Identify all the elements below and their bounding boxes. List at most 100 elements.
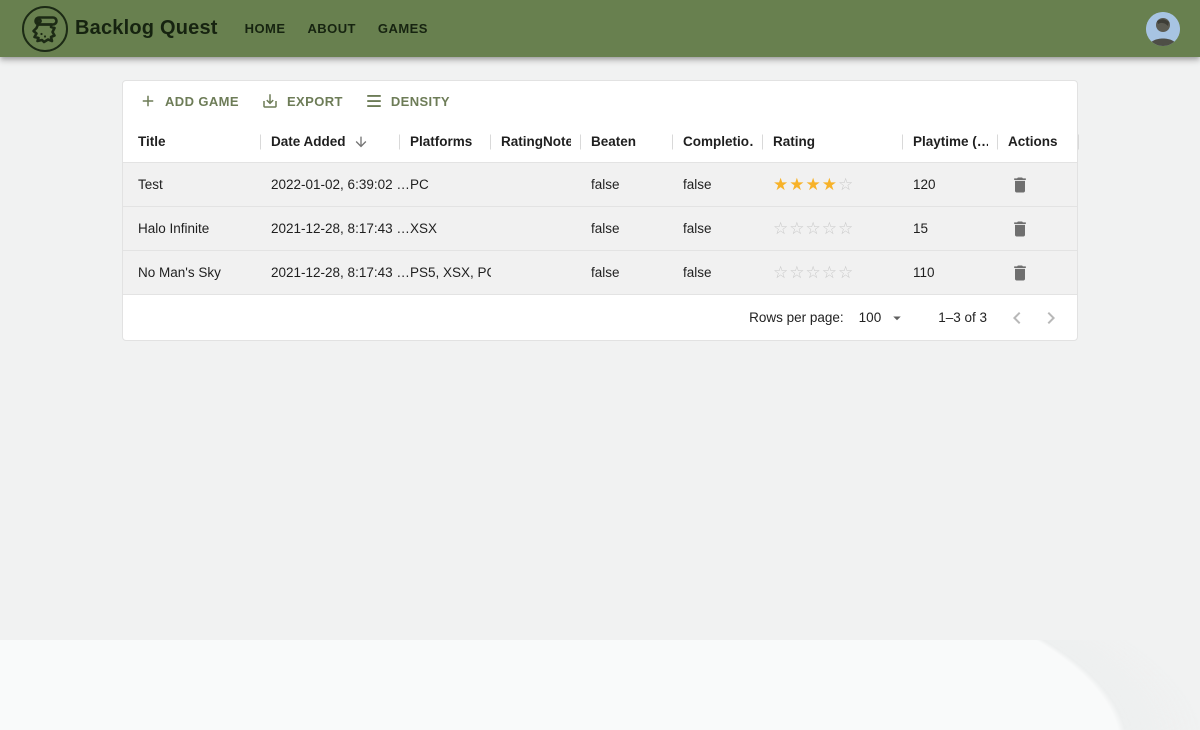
page-title: Backlog Quest: [75, 17, 218, 40]
nav-home[interactable]: HOME: [234, 13, 297, 44]
chevron-right-icon: [1039, 306, 1063, 330]
avatar-image: [1146, 12, 1180, 46]
rating-cell: ★★★★☆: [763, 163, 903, 206]
platforms-cell: XSX: [400, 207, 491, 250]
column-header-beaten[interactable]: Beaten: [581, 121, 673, 162]
chevron-down-icon: [888, 309, 906, 327]
rating-stars[interactable]: ☆☆☆☆☆: [773, 220, 853, 237]
star-empty-icon[interactable]: ☆: [838, 264, 853, 281]
delete-row-button[interactable]: [1008, 217, 1032, 241]
actions-cell: [998, 163, 1079, 206]
nav-games[interactable]: GAMES: [367, 13, 439, 44]
table-row: Test2022-01-02, 6:39:02 …PCfalsefalse★★★…: [123, 162, 1077, 206]
star-filled-icon[interactable]: ★: [822, 176, 837, 193]
column-header-ratingnotes[interactable]: RatingNotes: [491, 121, 581, 162]
column-header-rating[interactable]: Rating: [763, 121, 903, 162]
actions-cell: [998, 251, 1079, 294]
title-cell: No Man's Sky: [123, 251, 261, 294]
star-empty-icon[interactable]: ☆: [806, 264, 821, 281]
completion-cell: false: [673, 251, 763, 294]
star-empty-icon[interactable]: ☆: [806, 220, 821, 237]
rating-stars[interactable]: ★★★★☆: [773, 176, 853, 193]
playtime-cell: 110: [903, 251, 998, 294]
export-button[interactable]: EXPORT: [253, 88, 351, 114]
date-added-cell: 2021-12-28, 8:17:43 …: [261, 251, 400, 294]
star-empty-icon[interactable]: ☆: [773, 264, 788, 281]
playtime-cell: 120: [903, 163, 998, 206]
rows-per-page-value: 100: [859, 310, 882, 325]
trash-icon: [1010, 263, 1030, 283]
density-button[interactable]: DENSITY: [357, 88, 458, 114]
add-game-label: ADD GAME: [165, 94, 239, 109]
star-empty-icon[interactable]: ☆: [789, 264, 804, 281]
beaten-cell: false: [581, 207, 673, 250]
star-empty-icon[interactable]: ☆: [789, 220, 804, 237]
grid-header-row: Title Date Added Platforms RatingNotes Beate…: [123, 121, 1077, 162]
beaten-cell: false: [581, 251, 673, 294]
delete-row-button[interactable]: [1008, 261, 1032, 285]
rows-per-page-select[interactable]: 100: [859, 307, 907, 329]
column-header-date-added[interactable]: Date Added: [261, 121, 400, 162]
column-header-completio[interactable]: Completio…: [673, 121, 763, 162]
date-added-cell: 2021-12-28, 8:17:43 …: [261, 207, 400, 250]
user-avatar[interactable]: [1146, 12, 1180, 46]
brand-link[interactable]: Backlog Quest: [21, 5, 218, 53]
rating-notes-cell: [491, 163, 581, 206]
nav-about[interactable]: ABOUT: [296, 13, 366, 44]
rating-cell: ☆☆☆☆☆: [763, 251, 903, 294]
title-cell: Halo Infinite: [123, 207, 261, 250]
column-header-title[interactable]: Title: [123, 121, 261, 162]
date-added-cell: 2022-01-02, 6:39:02 …: [261, 163, 400, 206]
app-logo-icon: [21, 5, 69, 53]
column-header-label: Completio…: [683, 134, 753, 149]
completion-cell: false: [673, 163, 763, 206]
rating-notes-cell: [491, 207, 581, 250]
column-header-label: Beaten: [591, 134, 636, 149]
rows-per-page-label: Rows per page:: [749, 310, 844, 325]
platforms-cell: PS5, XSX, PC: [400, 251, 491, 294]
rating-cell: ☆☆☆☆☆: [763, 207, 903, 250]
column-header-label: Date Added: [271, 134, 346, 149]
appbar: Backlog Quest HOME ABOUT GAMES: [0, 0, 1200, 57]
previous-page-button[interactable]: [1003, 304, 1031, 332]
completion-cell: false: [673, 207, 763, 250]
beaten-cell: false: [581, 163, 673, 206]
rating-notes-cell: [491, 251, 581, 294]
column-header-label: Platforms: [410, 134, 472, 149]
density-icon: [365, 92, 383, 110]
column-header-actions[interactable]: Actions: [998, 121, 1079, 162]
delete-row-button[interactable]: [1008, 173, 1032, 197]
column-header-label: Playtime (…: [913, 134, 988, 149]
download-icon: [261, 92, 279, 110]
platforms-cell: PC: [400, 163, 491, 206]
add-game-button[interactable]: ADD GAME: [131, 88, 247, 114]
table-row: Halo Infinite2021-12-28, 8:17:43 …XSX fal…: [123, 206, 1077, 250]
playtime-cell: 15: [903, 207, 998, 250]
star-empty-icon[interactable]: ☆: [838, 176, 853, 193]
star-empty-icon[interactable]: ☆: [822, 220, 837, 237]
export-label: EXPORT: [287, 94, 343, 109]
star-empty-icon[interactable]: ☆: [822, 264, 837, 281]
star-filled-icon[interactable]: ★: [806, 176, 821, 193]
sort-desc-icon: [353, 134, 369, 150]
star-empty-icon[interactable]: ☆: [838, 220, 853, 237]
grid-footer: Rows per page: 100 1–3 of 3: [123, 294, 1077, 340]
column-header-platforms[interactable]: Platforms: [400, 121, 491, 162]
next-page-button[interactable]: [1037, 304, 1065, 332]
chevron-left-icon: [1005, 306, 1029, 330]
density-label: DENSITY: [391, 94, 450, 109]
table-row: No Man's Sky2021-12-28, 8:17:43 …PS5, XS…: [123, 250, 1077, 294]
table-rows: Test2022-01-02, 6:39:02 …PCfalsefalse★★★…: [123, 162, 1077, 294]
games-grid: ADD GAME EXPORT DENSITY Title Date Added P…: [122, 80, 1078, 341]
trash-icon: [1010, 219, 1030, 239]
column-header-playtime[interactable]: Playtime (…: [903, 121, 998, 162]
star-filled-icon[interactable]: ★: [773, 176, 788, 193]
rating-stars[interactable]: ☆☆☆☆☆: [773, 264, 853, 281]
title-cell: Test: [123, 163, 261, 206]
grid-toolbar: ADD GAME EXPORT DENSITY: [123, 81, 1077, 121]
star-filled-icon[interactable]: ★: [789, 176, 804, 193]
column-header-label: Title: [138, 134, 166, 149]
column-header-label: Actions: [1008, 134, 1058, 149]
actions-cell: [998, 207, 1079, 250]
star-empty-icon[interactable]: ☆: [773, 220, 788, 237]
